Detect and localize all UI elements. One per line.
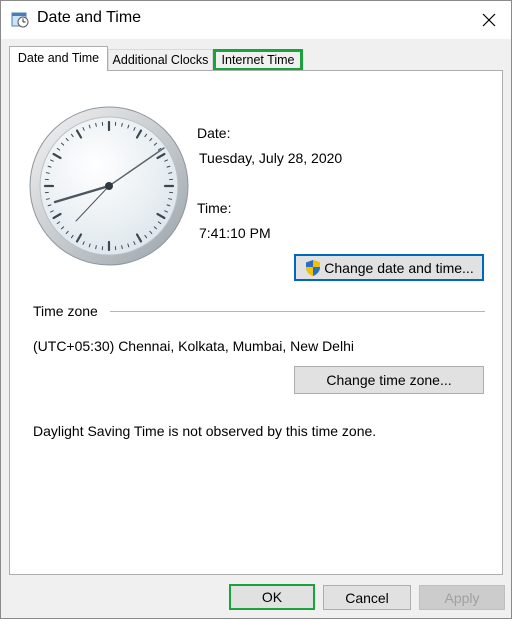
clock-calendar-icon: [11, 12, 29, 28]
time-zone-value: (UTC+05:30) Chennai, Kolkata, Mumbai, Ne…: [33, 338, 354, 354]
title-bar: Date and Time: [1, 1, 511, 39]
clock-minute-tick: [121, 245, 123, 250]
apply-label: Apply: [444, 589, 480, 606]
change-date-time-label: Change date and time...: [324, 259, 474, 276]
change-time-zone-button[interactable]: Change time zone...: [294, 366, 484, 394]
clock-minute-tick: [45, 198, 50, 200]
close-icon: [482, 13, 496, 27]
ok-label: OK: [261, 589, 283, 605]
time-zone-section-label: Time zone: [33, 303, 98, 319]
cancel-label: Cancel: [345, 589, 389, 606]
date-value: Tuesday, July 28, 2020: [199, 150, 343, 166]
date-time-dialog: Date and Time Date and Time Additional C…: [0, 0, 512, 619]
close-button[interactable]: [467, 1, 511, 39]
time-zone-divider: [110, 311, 485, 312]
change-date-time-button[interactable]: Change date and time...: [294, 254, 484, 281]
uac-shield-icon: [306, 259, 321, 276]
clock-minute-tick: [45, 172, 50, 174]
ok-button[interactable]: OK: [229, 584, 315, 610]
date-time-panel: Date: Tuesday, July 28, 2020 Time: 7:41:…: [9, 70, 503, 575]
dst-note: Daylight Saving Time is not observed by …: [33, 423, 377, 439]
clock-minute-tick: [168, 198, 173, 200]
date-label: Date:: [197, 125, 231, 141]
clock-minute-tick: [95, 245, 97, 250]
cancel-button[interactable]: Cancel: [323, 585, 411, 610]
apply-button: Apply: [419, 585, 505, 610]
clock-minute-tick: [168, 172, 173, 174]
tab-date-and-time[interactable]: Date and Time: [9, 46, 108, 71]
analog-clock-icon: [29, 106, 189, 266]
time-value: 7:41:10 PM: [199, 225, 271, 241]
clock-minute-tick: [121, 122, 123, 127]
clock-minute-tick: [95, 122, 97, 127]
tab-internet-time[interactable]: Internet Time: [213, 49, 303, 71]
change-time-zone-label: Change time zone...: [326, 372, 452, 388]
time-label: Time:: [197, 200, 232, 216]
window-title: Date and Time: [37, 9, 142, 26]
tab-additional-clocks[interactable]: Additional Clocks: [108, 49, 213, 71]
